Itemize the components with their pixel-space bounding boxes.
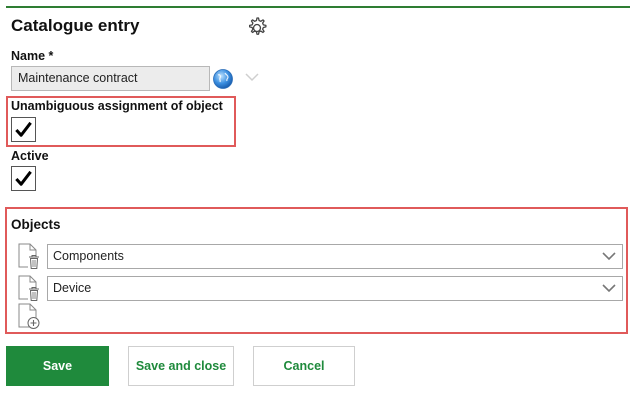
checkmark-icon: [15, 121, 32, 137]
object-select-components[interactable]: Components: [47, 244, 623, 269]
highlight-objects: [5, 207, 628, 334]
objects-title: Objects: [11, 217, 61, 232]
gear-icon[interactable]: [244, 15, 270, 41]
name-label: Name *: [11, 49, 54, 63]
active-label: Active: [11, 149, 49, 163]
globe-icon[interactable]: [212, 68, 234, 90]
object-select-value: Components: [53, 249, 124, 263]
add-document-icon[interactable]: [16, 303, 42, 331]
save-button[interactable]: Save: [6, 346, 109, 386]
save-and-close-button[interactable]: Save and close: [128, 346, 234, 386]
chevron-down-icon: [602, 284, 616, 293]
name-input[interactable]: Maintenance contract: [11, 66, 210, 91]
chevron-down-icon: [602, 252, 616, 261]
object-select-value: Device: [53, 281, 92, 295]
active-checkbox[interactable]: [11, 166, 36, 191]
object-select-device[interactable]: Device: [47, 276, 623, 301]
checkmark-icon: [15, 170, 32, 186]
unambiguous-label: Unambiguous assignment of object: [11, 99, 223, 113]
unambiguous-checkbox[interactable]: [11, 117, 36, 142]
top-divider: [6, 6, 630, 8]
page-title: Catalogue entry: [11, 16, 140, 35]
delete-document-icon[interactable]: [16, 243, 42, 271]
delete-document-icon[interactable]: [16, 275, 42, 303]
chevron-down-icon[interactable]: [243, 70, 261, 84]
cancel-button[interactable]: Cancel: [253, 346, 355, 386]
